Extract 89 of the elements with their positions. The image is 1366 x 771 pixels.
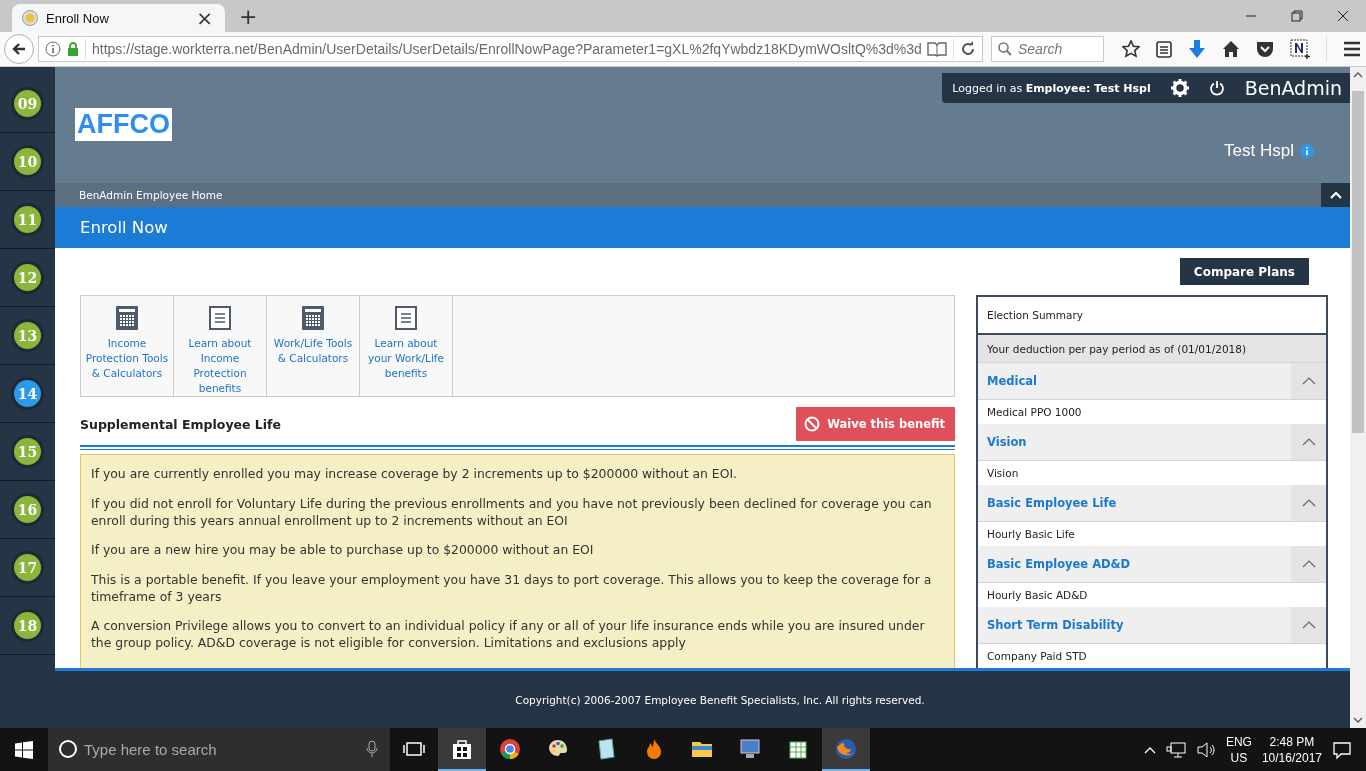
- summary-section-title: Medical: [986, 373, 1038, 390]
- plan-name: Medical PPO 1000: [986, 405, 1083, 420]
- windows-logo-icon: [15, 740, 33, 759]
- computer-icon[interactable]: [738, 736, 762, 761]
- section-toggle[interactable]: [1291, 363, 1326, 399]
- info-paragraph: If you are currently enrolled you may increase coverage by 2 increments up to $200000 without an EOI.: [91, 465, 739, 482]
- back-button[interactable]: [4, 34, 34, 64]
- info-icon[interactable]: [1300, 144, 1314, 158]
- info-paragraph: This is a portable benefit. If you leave your employment you have 31 days to port coverage. This allows you to keep the coverage for a timeframe of 3 years: [91, 570, 933, 605]
- download-arrow-icon[interactable]: [1188, 39, 1206, 59]
- language-indicator[interactable]: ENG US: [1225, 733, 1252, 766]
- deduction-period-text: Your deduction per pay period as of (01/01/2018): [978, 335, 1326, 363]
- menu-icon[interactable]: [1343, 41, 1361, 57]
- scrollbar-thumb[interactable]: [1352, 91, 1364, 433]
- clipboard-list-icon[interactable]: [1156, 40, 1172, 58]
- document-icon: [395, 306, 417, 330]
- summary-section-title: Vision: [986, 434, 1028, 451]
- globe-icon: [22, 10, 38, 26]
- chevron-up-icon: [1329, 191, 1342, 199]
- pocket-icon[interactable]: [1256, 40, 1274, 58]
- calculator-icon: [116, 306, 138, 330]
- close-icon[interactable]: [1337, 10, 1349, 22]
- speaker-icon[interactable]: [1195, 740, 1216, 759]
- chevron-up-icon: [1301, 438, 1316, 446]
- tool-link[interactable]: Learn about your Work/Life benefits: [360, 296, 453, 396]
- home-icon[interactable]: [1222, 40, 1240, 58]
- benefit-title: Supplemental Employee Life: [80, 416, 281, 432]
- settings-icon[interactable]: [1170, 79, 1189, 97]
- app-name: BenAdmin: [1244, 77, 1342, 99]
- arrow-left-icon: [11, 41, 27, 57]
- summary-section-title: Short Term Disability: [986, 617, 1125, 634]
- step-number[interactable]: 14: [14, 380, 41, 407]
- browser-tab[interactable]: Enroll Now ×: [12, 4, 225, 32]
- document-icon: [209, 306, 231, 330]
- address-bar[interactable]: https://stage.workterra.net/BenAdmin/UserDetails/UserDetails/EnrollNowPage?Parameter1=gXL%2fqYwbdz18KDymWOsltQ%3d%3d: [38, 36, 983, 62]
- plan-name: Company Paid STD: [986, 649, 1088, 664]
- user-name: Test Hspl: [1224, 141, 1294, 161]
- compare-plans-button[interactable]: Compare Plans: [1179, 258, 1309, 285]
- taskbar-search-field[interactable]: Type here to search: [48, 728, 390, 771]
- chevron-up-icon: [1301, 377, 1316, 385]
- search-field[interactable]: Search: [991, 36, 1104, 62]
- fox-globe-icon: [834, 736, 858, 761]
- info-icon[interactable]: [45, 41, 61, 57]
- network-icon[interactable]: [1165, 740, 1186, 759]
- reload-icon[interactable]: [960, 41, 976, 57]
- plan-name: Hourly Basic AD&D: [986, 588, 1089, 603]
- collapse-button[interactable]: [1321, 183, 1350, 207]
- section-toggle[interactable]: [1291, 485, 1326, 521]
- plan-name: Vision: [986, 466, 1020, 481]
- section-toggle[interactable]: [1291, 424, 1326, 460]
- company-logo: AFFCO: [75, 108, 172, 141]
- prohibited-icon: [804, 416, 821, 432]
- new-tab-button[interactable]: +: [233, 3, 264, 30]
- section-toggle[interactable]: [1291, 607, 1326, 643]
- tool-link[interactable]: Learn about Income Protection benefits: [174, 296, 267, 396]
- breadcrumb-link[interactable]: BenAdmin Employee Home: [79, 189, 223, 201]
- power-icon[interactable]: [1208, 80, 1225, 96]
- chevron-up-icon: [1301, 499, 1316, 507]
- info-paragraph: If you are a new hire you may be able to purchase up to $200000 without an EOI: [91, 541, 595, 558]
- tab-close-button[interactable]: ×: [194, 8, 215, 28]
- chevron-up-icon: [1301, 560, 1316, 568]
- taskbar-app-button[interactable]: [438, 728, 486, 771]
- plan-name: Hourly Basic Life: [986, 527, 1076, 542]
- note-n-icon[interactable]: [1290, 39, 1310, 59]
- chevron-up-icon[interactable]: [1143, 745, 1156, 754]
- url-text: https://stage.workterra.net/BenAdmin/UserDetails/UserDetails/EnrollNowPage?Parameter1=gXL%2fqYwbdz18KDymWOsltQ%3d%3d: [92, 41, 921, 57]
- search-circle-icon: [58, 739, 78, 759]
- chevron-up-icon: [1301, 621, 1316, 629]
- tool-link[interactable]: Work/Life Tools & Calculators: [267, 296, 360, 396]
- browser-icon[interactable]: [498, 736, 522, 761]
- waive-benefit-button[interactable]: Waive this benefit: [796, 407, 955, 441]
- tool-link[interactable]: Income Protection Tools & Calculators: [81, 296, 174, 396]
- notification-icon[interactable]: [1332, 739, 1352, 760]
- restore-icon[interactable]: [1291, 10, 1303, 22]
- calculator-icon: [302, 306, 324, 330]
- microphone-icon[interactable]: [366, 740, 378, 758]
- summary-section-title: Basic Employee AD&D: [986, 556, 1132, 573]
- lock-icon: [67, 42, 79, 56]
- info-paragraph: If you did not enroll for Voluntary Life during the previous enrollments and you have not previously been declined for coverage you can enroll during this years annual enrollment up to 2 increments without an EOI: [91, 494, 933, 529]
- reader-view-icon[interactable]: [927, 41, 947, 57]
- clock[interactable]: 2:48 PM 10/16/2017: [1261, 733, 1322, 766]
- section-toggle[interactable]: [1291, 546, 1326, 582]
- info-paragraph: A conversion Privilege allows you to convert to an individual policy if any or all of your life insurance ends while you are insured under the group policy. AD&D coverage is not eligible for conversion. Limitations and exclusions apply: [91, 617, 926, 651]
- search-icon: [998, 42, 1012, 56]
- star-icon[interactable]: [1122, 40, 1140, 58]
- logged-in-text: Logged in as Employee: Test Hspl: [952, 81, 1151, 95]
- copyright-text: Copyright(c) 2006-2007 Employee Benefit Specialists, Inc. All rights reserved.: [515, 693, 925, 706]
- page-title: Enroll Now: [80, 218, 168, 237]
- summary-section-title: Basic Employee Life: [986, 495, 1118, 512]
